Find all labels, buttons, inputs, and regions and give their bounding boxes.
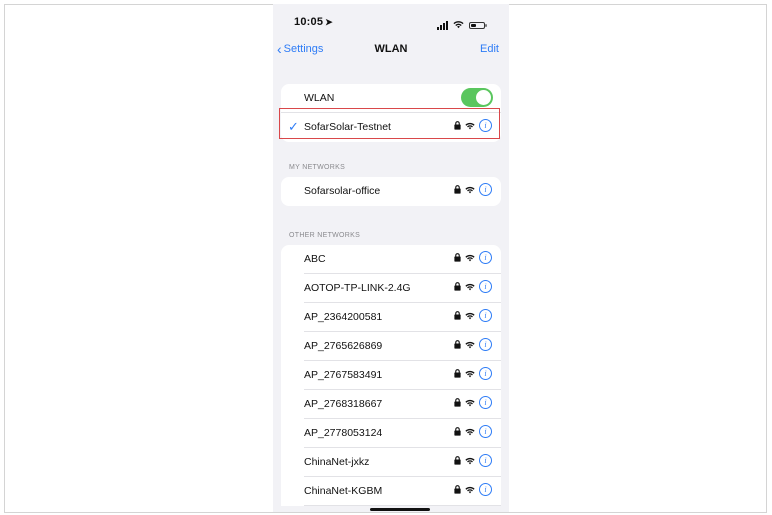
lock-icon — [454, 253, 461, 262]
wifi-icon — [465, 457, 475, 465]
network-name: ABC — [304, 253, 326, 265]
page-title: WLAN — [374, 43, 408, 55]
toggle-knob — [476, 90, 491, 105]
status-icons — [437, 16, 487, 34]
info-icon[interactable]: i — [479, 309, 492, 322]
network-name: ChinaNet-jxkz — [304, 456, 370, 468]
edit-button[interactable]: Edit — [480, 43, 499, 55]
status-bar: 10:05 ➤ — [273, 4, 509, 34]
info-icon[interactable]: i — [479, 338, 492, 351]
lock-icon — [454, 369, 461, 378]
network-icons: i — [454, 483, 492, 496]
lock-icon — [454, 282, 461, 291]
network-icons: i — [454, 454, 492, 467]
network-row[interactable]: ChinaNet-jxkz i — [281, 448, 501, 477]
network-name: AP_2765626869 — [304, 340, 383, 352]
info-icon[interactable]: i — [479, 183, 492, 196]
wifi-icon — [465, 254, 475, 262]
info-icon[interactable]: i — [479, 280, 492, 293]
wifi-icon — [465, 283, 475, 291]
info-icon[interactable]: i — [479, 425, 492, 438]
wlan-toggle[interactable] — [461, 88, 493, 107]
navigation-bar: ‹ Settings WLAN Edit — [273, 40, 509, 62]
lock-icon — [454, 427, 461, 436]
wlan-label: WLAN — [304, 92, 335, 104]
other-networks-group: ABC i AOTOP-TP-LINK-2.4G i AP_2364200581… — [281, 245, 501, 506]
time-text: 10:05 — [294, 16, 324, 28]
network-name: Sofarsolar-office — [304, 185, 381, 197]
section-label-my-networks: MY NETWORKS — [289, 164, 346, 171]
info-icon[interactable]: i — [479, 396, 492, 409]
wifi-icon — [465, 186, 475, 194]
highlight-box — [279, 108, 500, 139]
network-icons: i — [454, 280, 492, 293]
lock-icon — [454, 185, 461, 194]
row-divider — [304, 505, 501, 506]
info-icon[interactable]: i — [479, 367, 492, 380]
network-icons: i — [454, 183, 492, 196]
other-networks-list: ABC i AOTOP-TP-LINK-2.4G i AP_2364200581… — [281, 245, 501, 506]
lock-icon — [454, 311, 461, 320]
network-icons: i — [454, 367, 492, 380]
network-name: AP_2778053124 — [304, 427, 383, 439]
my-networks-group: Sofarsolar-office i — [281, 177, 501, 206]
network-name: AOTOP-TP-LINK-2.4G — [304, 282, 411, 294]
network-icons: i — [454, 251, 492, 264]
home-indicator — [370, 508, 430, 511]
lock-icon — [454, 398, 461, 407]
network-name: AP_2767583491 — [304, 369, 383, 381]
network-row[interactable]: AP_2778053124 i — [281, 419, 501, 448]
network-row[interactable]: AOTOP-TP-LINK-2.4G i — [281, 274, 501, 303]
network-row[interactable]: Sofarsolar-office i — [281, 177, 501, 206]
network-row[interactable]: AP_2364200581 i — [281, 303, 501, 332]
network-row[interactable]: AP_2765626869 i — [281, 332, 501, 361]
network-name: AP_2768318667 — [304, 398, 383, 410]
wifi-icon — [465, 486, 475, 494]
status-wifi-icon — [453, 16, 464, 34]
info-icon[interactable]: i — [479, 454, 492, 467]
network-icons: i — [454, 309, 492, 322]
info-icon[interactable]: i — [479, 483, 492, 496]
section-label-other-networks: OTHER NETWORKS — [289, 232, 361, 239]
lock-icon — [454, 456, 461, 465]
location-arrow-icon: ➤ — [325, 17, 333, 27]
phone-screen: 10:05 ➤ ‹ Settings WLAN Edit WLAN ✓ Sofa… — [273, 4, 509, 512]
network-icons: i — [454, 338, 492, 351]
network-icons: i — [454, 425, 492, 438]
network-icons: i — [454, 396, 492, 409]
wifi-icon — [465, 428, 475, 436]
lock-icon — [454, 485, 461, 494]
wifi-icon — [465, 399, 475, 407]
wifi-icon — [465, 341, 475, 349]
my-networks-list: Sofarsolar-office i — [281, 177, 501, 206]
network-row[interactable]: ChinaNet-KGBM i — [281, 477, 501, 506]
network-name: ChinaNet-KGBM — [304, 485, 383, 497]
wifi-icon — [465, 312, 475, 320]
status-time: 10:05 ➤ — [294, 16, 333, 28]
lock-icon — [454, 340, 461, 349]
cellular-signal-icon — [437, 20, 448, 30]
wifi-icon — [465, 370, 475, 378]
info-icon[interactable]: i — [479, 251, 492, 264]
battery-icon — [469, 21, 487, 29]
network-row[interactable]: AP_2767583491 i — [281, 361, 501, 390]
network-name: AP_2364200581 — [304, 311, 383, 323]
network-row[interactable]: AP_2768318667 i — [281, 390, 501, 419]
network-row[interactable]: ABC i — [281, 245, 501, 274]
